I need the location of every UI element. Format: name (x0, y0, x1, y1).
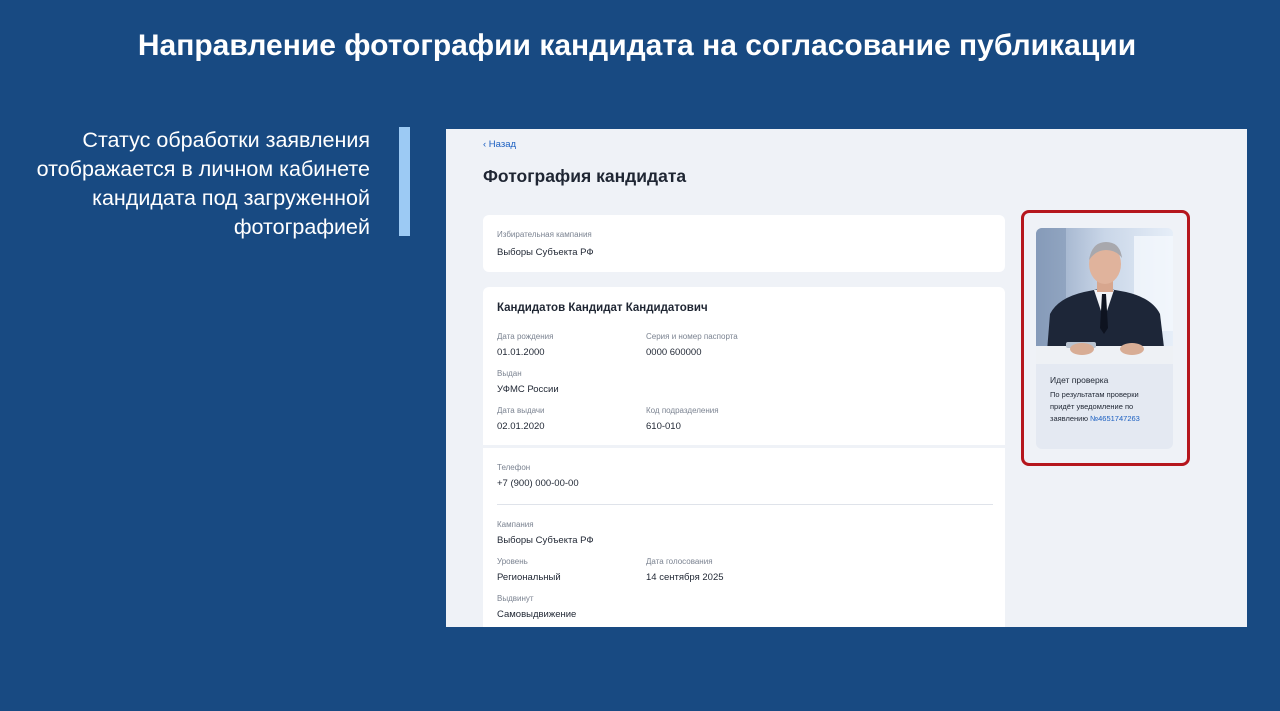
campaign-card: Избирательная кампания Выборы Субъекта Р… (483, 215, 1005, 272)
vote-date-value: 14 сентября 2025 (646, 572, 724, 583)
issued-by-label: Выдан (497, 369, 522, 378)
status-text: По результатам проверки придёт уведомлен… (1050, 389, 1165, 425)
issue-date-label: Дата выдачи (497, 406, 545, 415)
candidate-name: Кандидатов Кандидат Кандидатович (497, 302, 708, 314)
divider (497, 504, 993, 505)
section-divider (483, 445, 1005, 448)
issued-by-value: УФМС России (497, 384, 559, 395)
candidate-screen-screenshot: ‹ Назад Фотография кандидата Избирательн… (446, 129, 1247, 627)
birth-date-value: 01.01.2000 (497, 347, 545, 358)
campaign-label: Кампания (497, 520, 534, 529)
status-title: Идет проверка (1050, 375, 1109, 385)
division-code-label: Код подразделения (646, 406, 719, 415)
back-link[interactable]: ‹ Назад (483, 139, 516, 150)
nominated-value: Самовыдвижение (497, 609, 577, 620)
campaign-card-value: Выборы Субъекта РФ (497, 247, 594, 258)
issue-date-value: 02.01.2020 (497, 421, 545, 432)
birth-date-label: Дата рождения (497, 332, 554, 341)
campaign-card-label: Избирательная кампания (497, 230, 592, 239)
phone-label: Телефон (497, 463, 531, 472)
vote-date-label: Дата голосования (646, 557, 713, 566)
accent-bar (399, 127, 410, 236)
slide-description: Статус обработки заявления отображается … (36, 128, 370, 239)
level-label: Уровень (497, 557, 528, 566)
application-number-link[interactable]: №4651747263 (1090, 414, 1140, 423)
page-title: Фотография кандидата (483, 166, 687, 186)
candidate-card: Кандидатов Кандидат Кандидатович Дата ро… (483, 287, 1005, 627)
level-value: Региональный (497, 572, 561, 583)
photo-card: Идет проверка По результатам проверки пр… (1036, 228, 1173, 449)
slide-title: Направление фотографии кандидата на согл… (137, 29, 1137, 62)
passport-label: Серия и номер паспорта (646, 332, 738, 341)
candidate-photo (1036, 228, 1173, 364)
campaign-value: Выборы Субъекта РФ (497, 535, 594, 546)
passport-value: 0000 600000 (646, 347, 702, 358)
division-code-value: 610-010 (646, 421, 681, 432)
nominated-label: Выдвинут (497, 594, 534, 603)
phone-value: +7 (900) 000-00-00 (497, 478, 579, 489)
